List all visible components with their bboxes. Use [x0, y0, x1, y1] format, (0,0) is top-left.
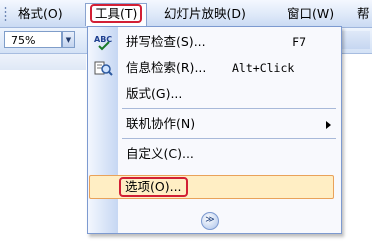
menu-help-label: 帮 [357, 6, 370, 21]
menu-item-online-collaboration[interactable]: 联机协作(N) [88, 111, 341, 137]
menu-format[interactable]: 格式(O) [14, 4, 67, 23]
menu-slideshow-label: 幻灯片放映(D) [164, 6, 246, 21]
menu-item-shortcut: Alt+Click [232, 61, 295, 75]
menu-item-options[interactable]: 选项(O)... [88, 174, 341, 200]
menu-item-label-wrap: 选项(O)... [119, 174, 188, 200]
menu-help[interactable]: 帮 [353, 4, 372, 23]
menu-item-label: 拼写检查(S)... [126, 34, 206, 49]
menu-item-shortcut: F7 [292, 35, 306, 49]
menu-separator [122, 108, 336, 109]
menu-item-label: 信息检索(R)... [126, 60, 207, 75]
menu-item-label: 选项(O)... [119, 177, 188, 197]
menu-item-layout[interactable]: 版式(G)... [88, 81, 341, 107]
submenu-arrow-icon [326, 121, 331, 129]
tools-menu-dropdown: ABC 拼写检查(S)... F7 信息检索(R)... Alt+Click 版… [87, 26, 342, 234]
menu-slideshow[interactable]: 幻灯片放映(D) [160, 4, 250, 23]
spelling-icon: ABC [93, 33, 113, 51]
menubar-grip-handle[interactable] [4, 6, 7, 21]
menu-format-label: 格式(O) [18, 6, 63, 21]
menu-bar: 格式(O) 工具(T) 幻灯片放映(D) 窗口(W) 帮 [0, 0, 372, 28]
zoom-input[interactable]: 75% [4, 31, 62, 48]
menu-separator [122, 138, 336, 139]
menu-item-customize[interactable]: 自定义(C)... [88, 141, 341, 167]
zoom-dropdown-button[interactable]: ▼ [62, 31, 75, 48]
expand-menu-chevron-icon[interactable]: ≫ [201, 212, 219, 230]
menu-window-label: 窗口(W) [287, 6, 335, 21]
menu-item-label: 联机协作(N) [126, 116, 196, 131]
menu-tools[interactable]: 工具(T) [85, 3, 148, 26]
menu-tools-label: 工具(T) [90, 4, 143, 23]
menu-item-research[interactable]: 信息检索(R)... Alt+Click [88, 55, 341, 81]
menu-item-spelling[interactable]: ABC 拼写检查(S)... F7 [88, 29, 341, 55]
workspace-header-strip [0, 54, 86, 70]
research-icon [93, 59, 113, 77]
menu-item-label: 版式(G)... [126, 86, 183, 101]
menu-window[interactable]: 窗口(W) [283, 4, 338, 23]
menu-item-label: 自定义(C)... [126, 146, 194, 161]
